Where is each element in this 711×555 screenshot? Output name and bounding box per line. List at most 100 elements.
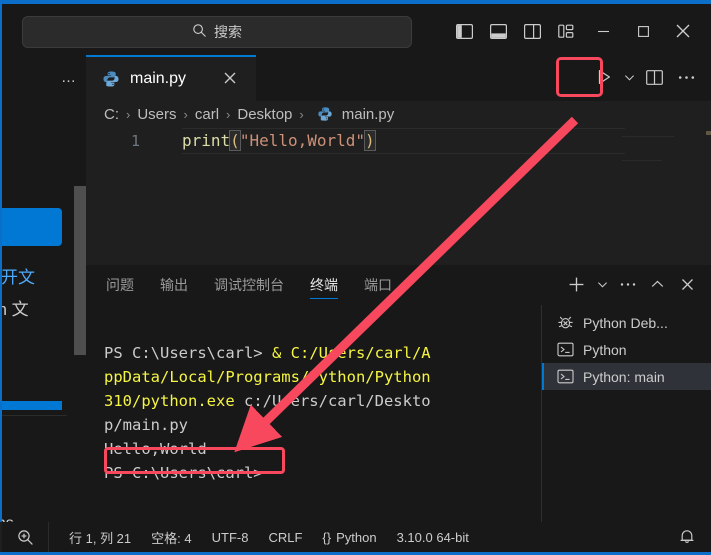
split-editor-right-button[interactable] bbox=[639, 61, 669, 93]
title-bar: 搜索 bbox=[2, 4, 711, 55]
search-placeholder: 搜索 bbox=[214, 24, 242, 40]
maximize-icon[interactable] bbox=[623, 16, 663, 46]
breadcrumb-item-1[interactable]: Users bbox=[137, 106, 176, 123]
current-line-highlight bbox=[86, 128, 711, 154]
run-python-file-button[interactable] bbox=[589, 61, 619, 93]
terminal-arg-cont: p/main.py bbox=[104, 416, 188, 434]
status-python-interpreter[interactable]: 3.10.0 64-bit bbox=[387, 530, 479, 545]
terminal-list-item-label: Python bbox=[583, 341, 627, 358]
minimize-icon[interactable] bbox=[583, 16, 623, 46]
toggle-panel-icon[interactable] bbox=[481, 16, 515, 46]
vscode-window: 搜索 … 开文 n 文 main.py C: › Users › carl › … bbox=[0, 0, 711, 555]
code-line-1: print("Hello,World") bbox=[182, 130, 376, 151]
breadcrumb-separator-icon: › bbox=[183, 107, 188, 122]
breadcrumb-separator-icon: › bbox=[299, 107, 304, 122]
minimap-slider-shadow bbox=[622, 136, 674, 137]
customize-layout-icon[interactable] bbox=[549, 16, 583, 46]
panel-more-actions-button[interactable] bbox=[614, 269, 641, 299]
maximize-panel-button[interactable] bbox=[644, 269, 671, 299]
command-center-search[interactable]: 搜索 bbox=[22, 16, 412, 48]
status-language-mode[interactable]: {} Python bbox=[312, 530, 386, 545]
panel-tab-bar: 问题 输出 调试控制台 终端 端口 bbox=[86, 265, 711, 305]
panel-tab-output[interactable]: 输出 bbox=[160, 265, 188, 305]
sidebar-more-actions-button[interactable]: … bbox=[61, 69, 78, 86]
terminal-list-item-label: Python Deb... bbox=[583, 314, 668, 331]
terminal-line: Hello,World bbox=[104, 437, 541, 461]
bell-icon[interactable] bbox=[679, 528, 695, 548]
status-bar: 行 1, 列 21 空格: 4 UTF-8 CRLF {} Python 3.1… bbox=[2, 522, 711, 552]
sidebar-python-file-text: on 文 bbox=[2, 300, 29, 319]
panel-tab-problems[interactable]: 问题 bbox=[106, 265, 134, 305]
close-panel-button[interactable] bbox=[674, 269, 701, 299]
terminal-list-item-label: Python: main bbox=[583, 368, 665, 385]
terminal-prompt: PS C:\Users\carl> bbox=[104, 344, 272, 362]
code-editor[interactable]: 1 print("Hello,World") bbox=[86, 128, 711, 265]
zoom-in-icon[interactable] bbox=[2, 522, 49, 552]
terminal-program-output: Hello,World bbox=[104, 440, 207, 458]
sidebar-open-file-link[interactable]: 打开文 bbox=[2, 263, 35, 288]
panel-actions bbox=[563, 269, 701, 299]
code-token-string: "Hello,World" bbox=[239, 131, 366, 150]
primary-sidebar-peek: … 打开文 on 文 ons sktop 1 bbox=[2, 55, 86, 522]
terminal-prompt-last: PS C:\Users\carl> bbox=[104, 464, 263, 482]
titlebar-icon-group bbox=[447, 16, 703, 46]
terminal-command-cont: 310/python.exe bbox=[104, 392, 244, 410]
terminal-command: & C:/Users/carl/A bbox=[271, 344, 431, 362]
terminal-line: ppData/Local/Programs/Python/Python bbox=[104, 365, 541, 389]
terminal-icon bbox=[557, 368, 574, 385]
breadcrumb-item-0[interactable]: C: bbox=[104, 106, 119, 123]
terminal-profile-chevron-icon[interactable] bbox=[593, 269, 611, 299]
editor-tab-label: main.py bbox=[130, 70, 187, 87]
python-file-icon bbox=[102, 70, 120, 88]
code-token-open-paren: ( bbox=[229, 130, 241, 151]
breadcrumb-item-2[interactable]: carl bbox=[195, 106, 219, 123]
status-language-label: Python bbox=[336, 529, 377, 545]
terminal-list-item-python-main[interactable]: Python: main bbox=[542, 363, 711, 390]
sidebar-secondary-button[interactable] bbox=[2, 401, 62, 410]
editor-actions bbox=[589, 61, 701, 93]
code-token-function: print bbox=[182, 131, 231, 150]
editor-group: main.py C: › Users › carl › Desktop › ma… bbox=[86, 55, 711, 265]
breadcrumb-item-3[interactable]: Desktop bbox=[237, 106, 292, 123]
status-bar-items: 行 1, 列 21 空格: 4 UTF-8 CRLF {} Python 3.1… bbox=[49, 528, 479, 547]
minimap-code-line bbox=[706, 131, 711, 135]
new-terminal-button[interactable] bbox=[563, 269, 590, 299]
sidebar-scrollbar[interactable] bbox=[74, 186, 86, 355]
status-encoding[interactable]: UTF-8 bbox=[202, 530, 259, 545]
terminal-list-item-python-debugger[interactable]: Python Deb... bbox=[542, 309, 711, 336]
breadcrumb: C: › Users › carl › Desktop › main.py bbox=[86, 101, 711, 128]
bottom-panel: 问题 输出 调试控制台 终端 端口 PS C:\Users\carl> & C:… bbox=[86, 265, 711, 522]
status-eol[interactable]: CRLF bbox=[258, 530, 312, 545]
breadcrumb-python-file-icon bbox=[317, 106, 335, 124]
minimap-shadow bbox=[622, 160, 662, 161]
run-options-chevron-icon[interactable] bbox=[621, 61, 637, 93]
sidebar-primary-button[interactable] bbox=[2, 208, 62, 246]
search-icon bbox=[192, 23, 207, 41]
toggle-primary-sidebar-icon[interactable] bbox=[447, 16, 481, 46]
braces-icon: {} bbox=[322, 529, 332, 545]
panel-tab-ports[interactable]: 端口 bbox=[364, 265, 392, 305]
terminal-line: PS C:\Users\carl> & C:/Users/carl/A bbox=[104, 341, 541, 365]
breadcrumb-separator-icon: › bbox=[226, 107, 231, 122]
close-icon[interactable] bbox=[663, 16, 703, 46]
sidebar-item-extensions[interactable]: ons bbox=[2, 515, 14, 522]
terminal-line: PS C:\Users\carl> bbox=[104, 461, 541, 485]
terminal-line: p/main.py bbox=[104, 413, 541, 437]
terminal-list-item-python[interactable]: Python bbox=[542, 336, 711, 363]
terminal-output[interactable]: PS C:\Users\carl> & C:/Users/carl/A ppDat… bbox=[86, 305, 541, 522]
editor-tab-main-py[interactable]: main.py bbox=[86, 55, 256, 101]
debug-bug-icon bbox=[557, 314, 574, 331]
status-indentation[interactable]: 空格: 4 bbox=[141, 528, 201, 547]
panel-tab-debug-console[interactable]: 调试控制台 bbox=[214, 265, 284, 305]
breadcrumb-file-name[interactable]: main.py bbox=[335, 106, 395, 123]
breadcrumb-separator-icon: › bbox=[126, 107, 131, 122]
toggle-secondary-sidebar-icon[interactable] bbox=[515, 16, 549, 46]
editor-tab-close-icon[interactable] bbox=[222, 70, 238, 91]
status-cursor-position[interactable]: 行 1, 列 21 bbox=[59, 528, 141, 547]
terminal-icon bbox=[557, 341, 574, 358]
editor-tab-bar: main.py bbox=[86, 55, 711, 101]
terminal-arg: c:/Users/carl/Deskto bbox=[243, 392, 431, 410]
editor-more-actions-button[interactable] bbox=[671, 61, 701, 93]
panel-tab-terminal[interactable]: 终端 bbox=[310, 265, 338, 305]
terminal-instance-list: Python Deb... Python Python: main bbox=[542, 305, 711, 522]
